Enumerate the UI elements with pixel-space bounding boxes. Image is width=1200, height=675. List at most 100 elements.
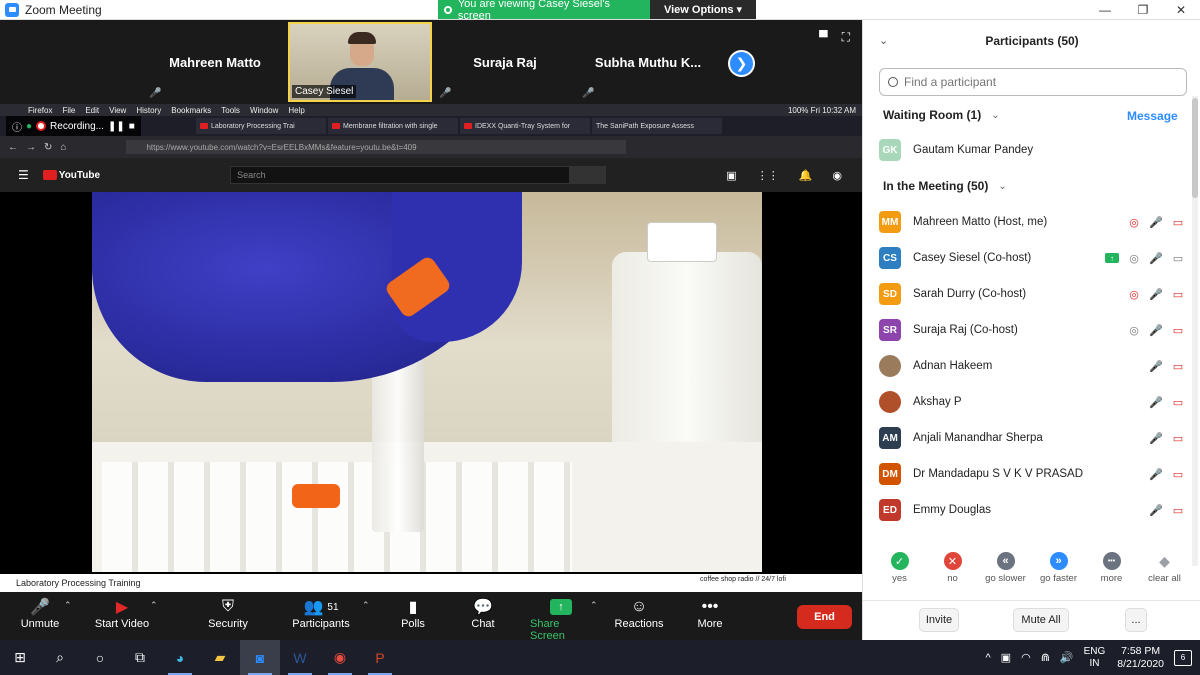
next-page-button[interactable]: ❯ — [728, 50, 755, 77]
url-field[interactable]: https://www.youtube.com/watch?v=EsrEELBx… — [126, 140, 627, 154]
muted-mic-icon[interactable]: 🎤 — [1149, 431, 1163, 445]
muted-mic-icon[interactable]: 🎤 — [1149, 287, 1163, 301]
share-screen-button[interactable]: ↑ Share Screen — [530, 596, 592, 642]
word-app-icon[interactable]: W — [280, 640, 320, 675]
video-off-icon[interactable]: ▭ — [1171, 431, 1185, 445]
share-options-caret-icon[interactable]: ⌃ — [590, 600, 598, 611]
feedback-clear-all-button[interactable]: ◆ clear all — [1138, 552, 1191, 592]
panel-more-button[interactable]: ... — [1125, 608, 1147, 632]
video-off-icon[interactable]: ▭ — [1171, 359, 1185, 373]
invite-button[interactable]: Invite — [919, 608, 959, 632]
video-tile-active-speaker[interactable]: Casey Siesel — [288, 22, 432, 102]
in-meeting-header[interactable]: In the Meeting (50) ⌄ — [883, 179, 1007, 193]
volume-icon[interactable]: 🔊 — [1060, 651, 1074, 664]
mute-all-button[interactable]: Mute All — [1013, 608, 1069, 632]
video-tile[interactable]: Subha Muthu K... 🎤 — [578, 22, 718, 102]
youtube-search-button[interactable] — [570, 166, 607, 184]
notification-center-icon[interactable]: 6 — [1174, 649, 1192, 666]
muted-mic-icon[interactable]: 🎤 — [1149, 359, 1163, 373]
forward-icon[interactable]: → — [26, 142, 36, 153]
video-off-icon[interactable]: ▭ — [1171, 503, 1185, 517]
minimize-button[interactable]: — — [1086, 0, 1124, 20]
video-off-icon[interactable]: ▭ — [1171, 287, 1185, 301]
panel-scrollbar[interactable] — [1192, 96, 1198, 566]
more-button[interactable]: ••• More — [696, 596, 724, 630]
recommended-video-title[interactable]: coffee shop radio // 24/7 lofi — [700, 576, 786, 583]
reload-icon[interactable]: ↻ — [44, 142, 52, 153]
file-explorer-icon[interactable]: ▰ — [200, 640, 240, 675]
participant-row[interactable]: MM Mahreen Matto (Host, me) ◎ 🎤 ▭ — [879, 204, 1185, 240]
browser-tab[interactable]: IDEXX Quanti-Tray System for — [460, 118, 590, 134]
show-hidden-icons-icon[interactable]: ^ — [986, 652, 991, 664]
search-icon[interactable]: ⌕ — [40, 640, 80, 675]
end-meeting-button[interactable]: End — [797, 605, 852, 629]
browser-tab[interactable]: Membrane filtration with single — [328, 118, 458, 134]
edge-browser-icon[interactable]: ◕ — [160, 640, 200, 675]
info-icon[interactable]: ⓘ — [12, 119, 22, 134]
view-options-button[interactable]: View Options ▾ — [650, 0, 756, 19]
muted-mic-icon[interactable]: 🎤 — [1149, 467, 1163, 481]
feedback-go-faster-button[interactable]: » go faster — [1032, 552, 1085, 592]
maximize-button[interactable]: ❐ — [1124, 0, 1162, 20]
network-icon[interactable]: ◠ — [1021, 651, 1031, 664]
feedback-yes-button[interactable]: ✓ yes — [873, 552, 926, 592]
back-icon[interactable]: ← — [8, 142, 18, 153]
video-off-icon[interactable]: ▭ — [1171, 323, 1185, 337]
feedback-go-slower-button[interactable]: « go slower — [979, 552, 1032, 592]
video-tile[interactable]: Mahreen Matto 🎤 — [145, 22, 285, 102]
audio-options-caret-icon[interactable]: ⌃ — [64, 600, 72, 611]
apps-grid-icon[interactable]: ⋮⋮ — [757, 169, 779, 182]
hamburger-menu-icon[interactable]: ☰ — [18, 168, 29, 182]
start-video-button[interactable]: ▶ Start Video — [94, 596, 150, 630]
youtube-search-input[interactable]: Search — [230, 166, 571, 184]
feedback-no-button[interactable]: ✕ no — [926, 552, 979, 592]
participant-search[interactable] — [879, 68, 1187, 96]
wifi-icon[interactable]: ⋒ — [1041, 651, 1050, 664]
muted-mic-icon[interactable]: 🎤 — [1149, 395, 1163, 409]
muted-mic-icon[interactable]: 🎤 — [1149, 323, 1163, 337]
participant-row[interactable]: ED Emmy Douglas 🎤 ▭ — [879, 492, 1185, 528]
browser-tab[interactable]: Laboratory Processing Trai — [196, 118, 326, 134]
participant-search-input[interactable] — [904, 75, 1164, 89]
polls-button[interactable]: ▮ Polls — [398, 596, 428, 630]
zoom-app-icon[interactable]: ◙ — [240, 640, 280, 675]
video-tile[interactable]: Suraja Raj 🎤 — [435, 22, 575, 102]
message-waiting-room-link[interactable]: Message — [1127, 109, 1178, 123]
windows-start-icon[interactable]: ⊞ — [0, 640, 40, 675]
account-avatar-icon[interactable]: ◉ — [832, 169, 842, 182]
chat-button[interactable]: 💬 Chat — [468, 596, 498, 630]
powerpoint-app-icon[interactable]: P — [360, 640, 400, 675]
muted-mic-icon[interactable]: 🎤 — [1149, 215, 1163, 229]
collapse-chevron-icon[interactable]: ⌄ — [879, 34, 888, 47]
home-icon[interactable]: ⌂ — [60, 142, 66, 153]
participant-row[interactable]: DM Dr Mandadapu S V K V PRASAD 🎤 ▭ — [879, 456, 1185, 492]
waiting-room-header[interactable]: Waiting Room (1) ⌄ — [883, 108, 1000, 122]
fullscreen-icon[interactable]: ⛶ — [842, 30, 850, 45]
participant-row[interactable]: CS Casey Siesel (Co-host) ↑ ◎ 🎤 ▭ — [879, 240, 1185, 276]
participant-row[interactable]: AM Anjali Manandhar Sherpa 🎤 ▭ — [879, 420, 1185, 456]
video-off-icon[interactable]: ▭ — [1171, 467, 1185, 481]
pause-recording-icon[interactable]: ❚❚ — [108, 121, 125, 132]
browser-tab[interactable]: The SaniPath Exposure Assess — [592, 118, 722, 134]
stop-recording-icon[interactable]: ■ — [129, 121, 135, 132]
participants-button[interactable]: 👥 51 Participants — [290, 596, 352, 630]
participant-row[interactable]: SD Sarah Durry (Co-host) ◎ 🎤 ▭ — [879, 276, 1185, 312]
input-language-indicator[interactable]: ENG IN — [1084, 646, 1106, 670]
waiting-participant-row[interactable]: GK Gautam Kumar Pandey — [879, 132, 1185, 168]
notifications-bell-icon[interactable]: 🔔 — [799, 169, 813, 182]
video-off-icon[interactable]: ▭ — [1171, 215, 1185, 229]
participant-row[interactable]: Akshay P 🎤 ▭ — [879, 384, 1185, 420]
cortana-icon[interactable]: ○ — [80, 640, 120, 675]
muted-mic-icon[interactable]: 🎤 — [1149, 503, 1163, 517]
youtube-video-player[interactable] — [92, 192, 762, 572]
feedback-more-button[interactable]: ••• more — [1085, 552, 1138, 592]
taskbar-clock[interactable]: 7:58 PM 8/21/2020 — [1117, 645, 1164, 671]
unmute-button[interactable]: 🎤 Unmute — [20, 596, 60, 630]
scrollbar-thumb[interactable] — [1192, 98, 1198, 198]
layout-icon[interactable]: ▀ — [819, 30, 828, 45]
task-view-icon[interactable]: ⧉ — [120, 640, 160, 675]
video-title[interactable]: Laboratory Processing Training — [16, 578, 141, 588]
video-off-icon[interactable]: ▭ — [1171, 395, 1185, 409]
security-button[interactable]: ⛨ Security — [206, 596, 250, 630]
participants-caret-icon[interactable]: ⌃ — [362, 600, 370, 611]
